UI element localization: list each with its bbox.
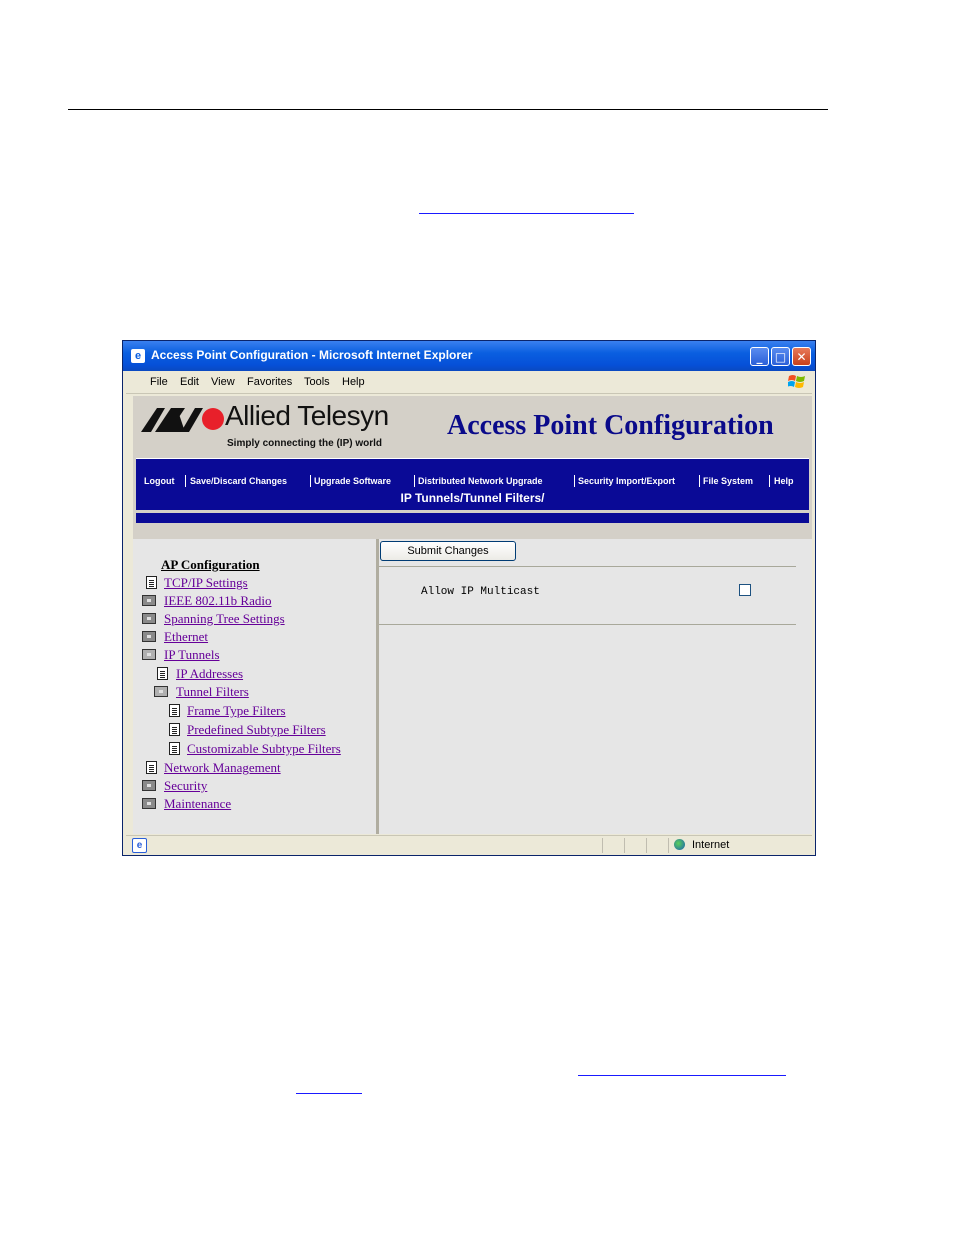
document-link-underline[interactable] xyxy=(578,1075,786,1076)
document-link-underline[interactable] xyxy=(419,213,634,214)
menu-bar: File Edit View Favorites Tools Help xyxy=(126,371,812,394)
breadcrumb: IP Tunnels/Tunnel Filters/ xyxy=(400,491,545,505)
tree-item-frame-type-filters[interactable]: Frame Type Filters xyxy=(187,703,286,719)
header-divider-bar xyxy=(136,513,809,523)
nav-separator xyxy=(414,475,415,487)
tree-item-ip-addresses[interactable]: IP Addresses xyxy=(176,666,243,682)
nav-save-discard[interactable]: Save/Discard Changes xyxy=(190,476,287,486)
tree-item-ieee-radio[interactable]: IEEE 802.11b Radio xyxy=(164,593,271,609)
tree-heading: AP Configuration xyxy=(161,557,260,572)
security-zone-label: Internet xyxy=(692,839,730,851)
page-top-rule xyxy=(68,109,828,110)
brand-name: Allied Telesyn xyxy=(225,400,389,431)
section-divider xyxy=(379,624,796,625)
status-divider xyxy=(624,838,625,853)
title-bar[interactable]: e Access Point Configuration - Microsoft… xyxy=(123,341,815,371)
status-divider xyxy=(646,838,647,853)
document-icon xyxy=(169,742,180,755)
allow-ip-multicast-checkbox[interactable] xyxy=(739,584,751,596)
navigation-tree-pane: AP Configuration TCP/IP Settings IEEE 80… xyxy=(133,539,379,834)
tree-item-predefined-subtype-filters[interactable]: Predefined Subtype Filters xyxy=(187,722,326,738)
status-bar: e Internet xyxy=(126,835,812,855)
folder-closed-icon xyxy=(142,780,156,791)
tree-item-ethernet[interactable]: Ethernet xyxy=(164,629,208,645)
browser-window: e Access Point Configuration - Microsoft… xyxy=(122,340,816,856)
menu-edit[interactable]: Edit xyxy=(180,376,199,388)
logo-mark-icon xyxy=(141,408,224,432)
menu-view[interactable]: View xyxy=(211,376,235,388)
menu-file[interactable]: File xyxy=(150,376,168,388)
breadcrumb-bar: IP Tunnels/Tunnel Filters/ xyxy=(136,487,809,510)
nav-distributed-upgrade[interactable]: Distributed Network Upgrade xyxy=(418,476,543,486)
nav-separator xyxy=(310,475,311,487)
window-title: Access Point Configuration - Microsoft I… xyxy=(151,348,473,362)
tree-item-ip-tunnels[interactable]: IP Tunnels xyxy=(164,647,220,663)
section-divider xyxy=(379,566,796,567)
tree-item-network-management[interactable]: Network Management xyxy=(164,760,281,776)
ie-icon: e xyxy=(131,349,145,363)
nav-security-import-export[interactable]: Security Import/Export xyxy=(578,476,675,486)
status-divider xyxy=(668,838,669,853)
menu-help[interactable]: Help xyxy=(342,376,365,388)
folder-closed-icon xyxy=(142,613,156,624)
tree-item-tunnel-filters[interactable]: Tunnel Filters xyxy=(176,684,249,700)
nav-separator xyxy=(574,475,575,487)
settings-pane: Submit Changes Allow IP Multicast xyxy=(379,539,812,834)
page-content: Allied Telesyn Simply connecting the (IP… xyxy=(133,396,812,834)
folder-closed-icon xyxy=(142,798,156,809)
submit-changes-button[interactable]: Submit Changes xyxy=(380,541,516,561)
internet-zone-icon xyxy=(674,839,685,850)
document-icon xyxy=(169,723,180,736)
nav-separator xyxy=(699,475,700,487)
brand-tagline: Simply connecting the (IP) world xyxy=(227,438,383,449)
document-icon xyxy=(157,667,168,680)
minimize-button[interactable]: _ xyxy=(750,347,769,366)
tree-item-spanning-tree[interactable]: Spanning Tree Settings xyxy=(164,611,285,627)
menu-favorites[interactable]: Favorites xyxy=(247,376,292,388)
maximize-button[interactable]: □ xyxy=(771,347,790,366)
folder-open-icon xyxy=(154,686,168,697)
document-icon xyxy=(146,576,157,589)
nav-file-system[interactable]: File System xyxy=(703,476,753,486)
status-divider xyxy=(602,838,603,853)
folder-closed-icon xyxy=(142,595,156,606)
document-icon xyxy=(169,704,180,717)
nav-logout[interactable]: Logout xyxy=(144,476,175,486)
allied-telesyn-logo: Allied Telesyn Simply connecting the (IP… xyxy=(141,400,421,452)
page-header: Allied Telesyn Simply connecting the (IP… xyxy=(133,396,812,539)
tree-item-maintenance[interactable]: Maintenance xyxy=(164,796,231,812)
document-icon xyxy=(146,761,157,774)
windows-flag-icon xyxy=(788,375,805,388)
menu-tools[interactable]: Tools xyxy=(304,376,330,388)
page-status-icon: e xyxy=(132,838,147,853)
nav-help[interactable]: Help xyxy=(774,476,794,486)
folder-open-icon xyxy=(142,649,156,660)
nav-separator xyxy=(185,475,186,487)
nav-upgrade-software[interactable]: Upgrade Software xyxy=(314,476,391,486)
folder-closed-icon xyxy=(142,631,156,642)
app-title: Access Point Configuration xyxy=(447,410,774,441)
tree-item-tcpip-settings[interactable]: TCP/IP Settings xyxy=(164,575,248,591)
nav-separator xyxy=(769,475,770,487)
tree-item-security[interactable]: Security xyxy=(164,778,207,794)
tree-item-customizable-subtype-filters[interactable]: Customizable Subtype Filters xyxy=(187,741,341,757)
document-link-underline[interactable] xyxy=(296,1093,362,1094)
allow-ip-multicast-label: Allow IP Multicast xyxy=(421,586,540,598)
top-nav: Logout Save/Discard Changes Upgrade Soft… xyxy=(136,458,809,487)
close-button[interactable]: ✕ xyxy=(792,347,811,366)
